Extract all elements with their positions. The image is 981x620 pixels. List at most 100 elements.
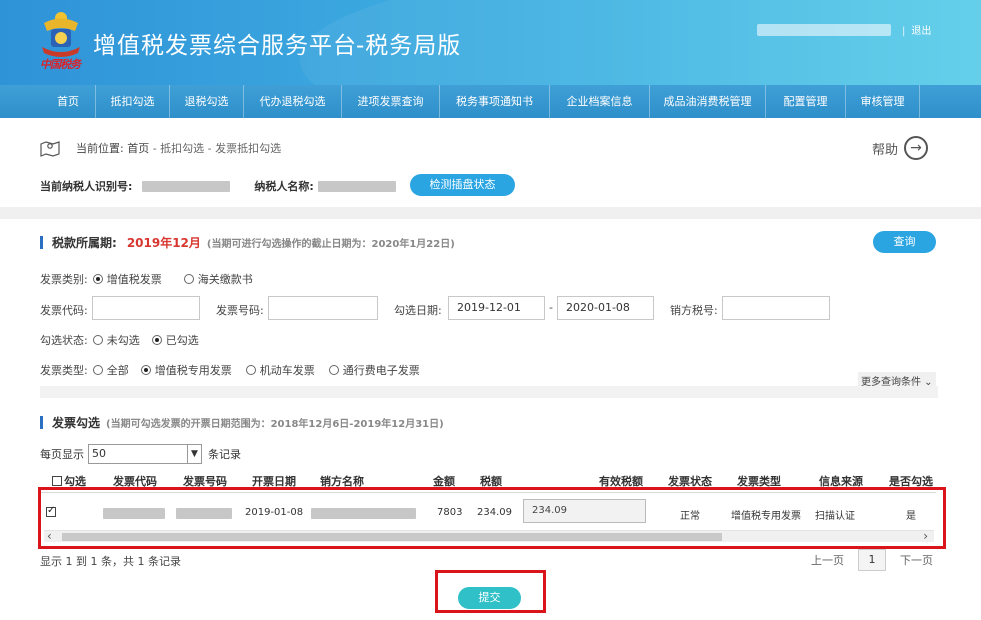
- radio-label: 增值税发票: [106, 273, 162, 286]
- select-all-checkbox[interactable]: [52, 476, 62, 486]
- period-header: 税款所属期: 2019年12月 (当期可进行勾选操作的截止日期为：2020年1月…: [40, 234, 455, 251]
- radio-type-toll-e[interactable]: 通行费电子发票: [328, 362, 420, 378]
- period-hint: (当期可进行勾选操作的截止日期为：2020年1月22日): [206, 239, 455, 250]
- next-page-button[interactable]: 下一页: [900, 552, 933, 568]
- submit-button[interactable]: 提交: [458, 587, 521, 609]
- radio-label: 全部: [106, 364, 129, 377]
- radio-icon: [92, 335, 103, 345]
- radio-label: 增值税专用发票: [154, 364, 232, 377]
- taxpayer-name-label: 纳税人名称:: [254, 180, 314, 193]
- breadcrumb-path: - 抵扣勾选 - 发票抵扣勾选: [149, 142, 282, 155]
- breadcrumb-prefix: 当前位置:: [76, 142, 124, 155]
- radio-icon: [151, 335, 162, 345]
- radio-icon: [92, 274, 103, 284]
- radio-vat-invoice[interactable]: 增值税发票: [92, 271, 162, 287]
- invoice-select-header: 发票勾选 (当期可勾选发票的开票日期范围为：2018年12月6日-2019年12…: [40, 414, 444, 431]
- check-status-label: 勾选状态:: [40, 334, 88, 347]
- invoice-select-title: 发票勾选: [52, 416, 101, 430]
- nav-agent-refund-select[interactable]: 代办退税勾选: [244, 85, 342, 118]
- nav-input-invoice-query[interactable]: 进项发票查询: [342, 85, 440, 118]
- radio-label: 机动车发票: [259, 364, 315, 377]
- invoice-category-label: 发票类别:: [40, 273, 88, 286]
- page-number-button[interactable]: 1: [858, 549, 886, 571]
- taxpayer-info: 当前纳税人识别号: 纳税人名称:: [40, 178, 396, 194]
- nav-audit[interactable]: 审核管理: [846, 85, 920, 118]
- period-value: 2019年12月: [126, 236, 201, 250]
- pagination: 上一页 1 下一页: [811, 549, 933, 571]
- radio-unchecked[interactable]: 未勾选: [92, 332, 140, 348]
- taxpayer-id-label: 当前纳税人识别号:: [40, 180, 133, 193]
- app-header: 中国税务 增值税发票综合服务平台 -税务局版 | 退出: [0, 0, 981, 85]
- select-date-label: 勾选日期:: [394, 304, 442, 317]
- arrow-right-icon: →: [904, 136, 929, 160]
- check-status-row: 勾选状态: 未勾选 已勾选: [40, 332, 221, 348]
- invoice-type-row: 发票类型: 全部 增值税专用发票 机动车发票 通行费电子发票: [40, 362, 442, 378]
- date-from-input[interactable]: 2019-12-01: [448, 296, 545, 320]
- page-size-select[interactable]: 50 ▼: [88, 444, 202, 464]
- radio-icon: [245, 365, 256, 375]
- app-subtitle: -税务局版: [356, 33, 462, 59]
- panel-divider: [40, 386, 938, 398]
- logout-label: 退出: [911, 26, 932, 37]
- chevron-down-icon: ▼: [187, 445, 201, 463]
- logout-separator: |: [902, 26, 906, 37]
- radio-label: 已勾选: [165, 334, 199, 347]
- page-size-prefix: 每页显示: [40, 448, 84, 461]
- radio-label: 海关缴款书: [197, 273, 253, 286]
- breadcrumb: 当前位置: 首页 - 抵扣勾选 - 发票抵扣勾选: [40, 138, 281, 158]
- tax-emblem-icon: [42, 12, 80, 57]
- invoice-code-label: 发票代码:: [40, 304, 88, 317]
- user-info-redacted: [757, 24, 891, 36]
- section-divider: [0, 207, 981, 219]
- radio-type-vehicle[interactable]: 机动车发票: [245, 362, 315, 378]
- map-location-icon: [40, 141, 60, 157]
- date-to-input[interactable]: 2020-01-08: [557, 296, 654, 320]
- nav-config[interactable]: 配置管理: [766, 85, 846, 118]
- seller-tax-no-label: 销方税号:: [670, 304, 718, 317]
- help-label: 帮助: [872, 142, 899, 158]
- taxpayer-name-redacted: [317, 180, 396, 192]
- query-button[interactable]: 查询: [873, 231, 936, 253]
- radio-checked[interactable]: 已勾选: [151, 332, 199, 348]
- period-title: 税款所属期:: [52, 236, 117, 250]
- breadcrumb-text: 当前位置: 首页 - 抵扣勾选 - 发票抵扣勾选: [76, 140, 281, 156]
- date-separator: -: [549, 301, 553, 314]
- page-size-row: 每页显示 50 ▼ 条记录: [40, 444, 241, 464]
- invoice-type-label: 发票类型:: [40, 364, 88, 377]
- radio-customs-payment[interactable]: 海关缴款书: [183, 271, 253, 287]
- radio-label: 通行费电子发票: [342, 364, 420, 377]
- nav-refund-select[interactable]: 退税勾选: [170, 85, 244, 118]
- radio-label: 未勾选: [106, 334, 140, 347]
- radio-icon: [92, 365, 103, 375]
- nav-tax-notice[interactable]: 税务事项通知书: [440, 85, 550, 118]
- nav-enterprise-archive[interactable]: 企业档案信息: [550, 85, 650, 118]
- invoice-select-hint: (当期可勾选发票的开票日期范围为：2018年12月6日-2019年12月31日): [106, 419, 444, 430]
- radio-icon: [328, 365, 339, 375]
- nav-oil-consumption-tax[interactable]: 成品油消费税管理: [650, 85, 766, 118]
- radio-icon: [140, 365, 151, 375]
- invoice-number-label: 发票号码:: [216, 304, 264, 317]
- radio-type-all[interactable]: 全部: [92, 362, 129, 378]
- detect-disk-button[interactable]: 检测插盘状态: [410, 174, 515, 196]
- app-title: 增值税发票综合服务平台: [93, 33, 357, 59]
- main-nav: 首页 抵扣勾选 退税勾选 代办退税勾选 进项发票查询 税务事项通知书 企业档案信…: [0, 85, 981, 118]
- nav-home[interactable]: 首页: [40, 85, 96, 118]
- brand-text: 中国税务: [40, 58, 81, 71]
- nav-deduction-select[interactable]: 抵扣勾选: [96, 85, 170, 118]
- section-bar: [40, 236, 43, 249]
- taxpayer-id-redacted: [142, 180, 231, 192]
- prev-page-button[interactable]: 上一页: [811, 552, 844, 568]
- page-size-value: 50: [92, 447, 106, 460]
- page-size-suffix: 条记录: [208, 448, 241, 461]
- record-summary: 显示 1 到 1 条，共 1 条记录: [40, 555, 181, 568]
- highlight-table-frame: [38, 487, 946, 549]
- logout-link[interactable]: | 退出: [902, 22, 931, 37]
- radio-type-vat-special[interactable]: 增值税专用发票: [140, 362, 232, 378]
- section-bar: [40, 416, 43, 429]
- help-button[interactable]: 帮助 →: [872, 136, 929, 160]
- breadcrumb-home[interactable]: 首页: [127, 142, 149, 155]
- invoice-code-input[interactable]: [92, 296, 200, 320]
- invoice-number-input[interactable]: [268, 296, 378, 320]
- seller-tax-no-input[interactable]: [722, 296, 830, 320]
- invoice-category-row: 发票类别: 增值税发票 海关缴款书: [40, 271, 275, 287]
